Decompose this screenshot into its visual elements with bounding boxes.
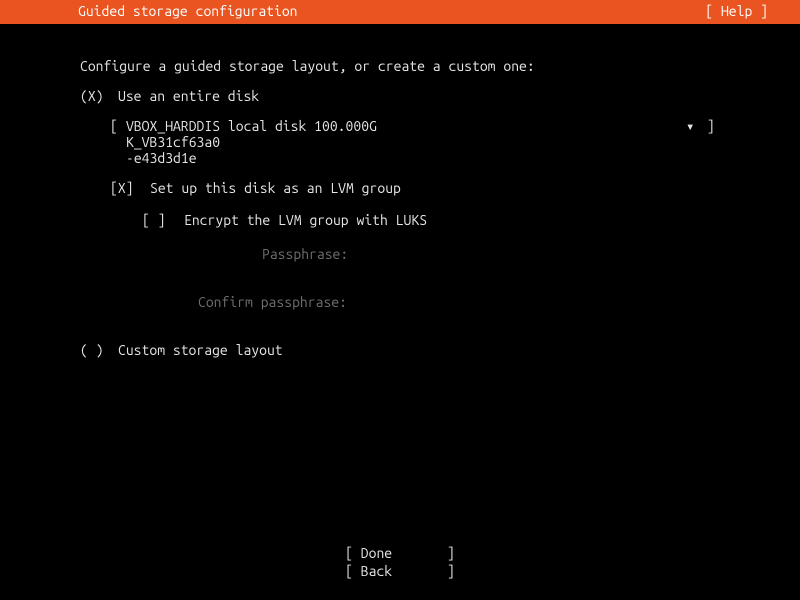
label-entire-disk: Use an entire disk — [118, 88, 259, 106]
disk-select-line2[interactable]: K_VB31cf63a0 — [126, 134, 220, 152]
disk-select-open[interactable]: [ — [110, 118, 126, 136]
disk-select-line3[interactable]: -e43d3d1e — [126, 150, 197, 168]
done-button[interactable]: [ Done ] — [345, 545, 455, 563]
radio-entire-disk[interactable]: (X) — [80, 88, 104, 106]
footer-buttons: [ Done ] [ Back ] — [0, 545, 800, 580]
label-confirm-passphrase: Confirm passphrase: — [198, 294, 347, 312]
back-button[interactable]: [ Back ] — [345, 563, 455, 581]
label-lvm: Set up this disk as an LVM group — [150, 180, 401, 198]
help-button[interactable]: [ Help ] — [705, 3, 786, 21]
content-area: Configure a guided storage layout, or cr… — [0, 32, 800, 600]
radio-custom[interactable]: ( ) — [80, 342, 104, 360]
title-bar: Guided storage configuration [ Help ] — [0, 0, 800, 24]
checkbox-luks[interactable]: [ ] — [142, 212, 166, 230]
disk-select-line1[interactable]: VBOX_HARDDIS local disk 100.000G — [126, 118, 377, 136]
label-custom: Custom storage layout — [118, 342, 283, 360]
chevron-down-icon[interactable]: ▾ — [686, 118, 694, 136]
label-passphrase: Passphrase: — [262, 246, 348, 264]
checkbox-lvm[interactable]: [X] — [110, 180, 134, 198]
page-title: Guided storage configuration — [14, 3, 298, 21]
intro-text: Configure a guided storage layout, or cr… — [80, 58, 535, 76]
label-luks: Encrypt the LVM group with LUKS — [184, 212, 427, 230]
disk-select-close[interactable]: ] — [699, 118, 715, 136]
